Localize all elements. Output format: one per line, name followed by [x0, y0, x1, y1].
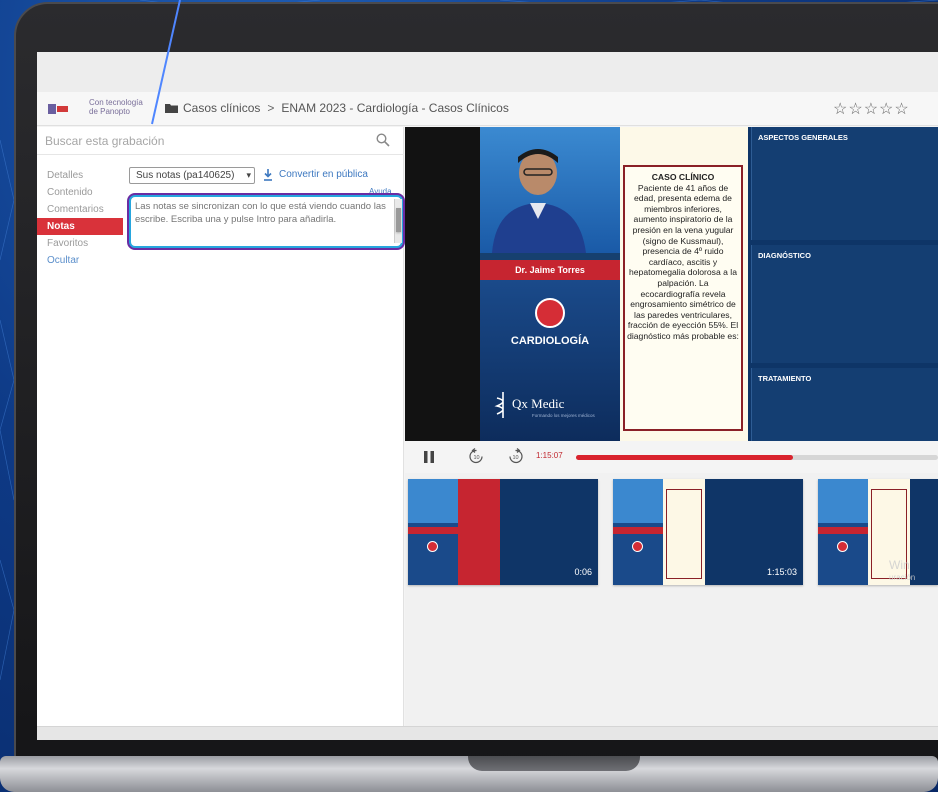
thumbnail-time: 0:06 — [574, 567, 592, 577]
case-box: CASO CLÍNICO Paciente de 41 años de edad… — [623, 165, 743, 431]
progress-fill — [576, 455, 794, 460]
rewind-10-icon[interactable]: 10 — [468, 448, 485, 465]
thumb-camera — [818, 479, 868, 523]
brand-logo-text: Qx Medic — [512, 396, 565, 411]
heart-icon — [427, 541, 438, 552]
session-title: ENAM 2023 - Cardiología - Casos Clínicos — [281, 101, 509, 115]
forward-10-icon[interactable]: 10 — [507, 448, 524, 465]
video-frame[interactable]: Dr. Jaime Torres CARDIOLOGÍA Qx Medic Fo… — [405, 127, 938, 441]
sidebar-item-hide[interactable]: Ocultar — [37, 252, 123, 269]
brand-credit: Con tecnología de Panopto — [89, 98, 143, 116]
panopto-viewer: Con tecnología de Panopto Casos clínicos… — [37, 92, 938, 726]
rating-stars[interactable]: ☆☆☆☆☆ — [833, 99, 910, 119]
thumbnail-time: 1:15:03 — [766, 567, 797, 577]
thumbnail-item[interactable] — [818, 479, 938, 585]
doctor-name: Dr. Jaime Torres — [480, 260, 620, 280]
forward-seconds: 10 — [512, 455, 518, 461]
notes-toolbar: Sus notas (pa140625) ▾ Convertir en públ… — [129, 167, 401, 187]
breadcrumb: Casos clínicos > ENAM 2023 - Cardiología -… — [183, 101, 509, 115]
caduceus-icon — [494, 392, 504, 418]
breadcrumb-separator: > — [267, 101, 275, 115]
sidebar-item-contents[interactable]: Contenido — [37, 184, 123, 201]
thumbnail-item[interactable]: 1:15:03 — [613, 479, 803, 585]
thumbnail-item[interactable]: 0:06 — [408, 479, 598, 585]
player: Dr. Jaime Torres CARDIOLOGÍA Qx Medic Fo… — [405, 127, 938, 726]
summary-panels: ASPECTOS GENERALES DIAGNÓSTICO TRATAMIEN… — [748, 127, 938, 441]
download-icon[interactable] — [263, 169, 273, 181]
heart-icon — [632, 541, 643, 552]
panel-tratamiento: TRATAMIENTO — [751, 368, 938, 441]
presenter-silhouette — [492, 149, 586, 253]
laptop-screen: Con tecnología de Panopto Casos clínicos… — [37, 52, 938, 740]
sidebar-nav: Detalles Contenido Comentarios Notas Fav… — [37, 167, 123, 269]
thumbnail-strip: 0:06 1:15:03 — [405, 473, 938, 726]
panel-diagnostico: DIAGNÓSTICO — [751, 245, 938, 363]
panel-label: ASPECTOS GENERALES — [758, 133, 848, 142]
pause-icon[interactable] — [423, 451, 435, 463]
notes-scrollbar[interactable] — [394, 199, 402, 243]
panel-label: TRATAMIENTO — [758, 374, 812, 383]
logo-icon[interactable] — [47, 102, 69, 116]
presenter-camera — [480, 127, 620, 253]
folder-icon — [165, 104, 178, 113]
chevron-down-icon: ▾ — [246, 170, 251, 180]
thumb-name-bar — [613, 527, 663, 534]
sidebar-item-comments[interactable]: Comentarios — [37, 201, 123, 218]
search-bar — [37, 127, 404, 155]
panel-aspectos-generales: ASPECTOS GENERALES — [751, 127, 938, 240]
case-title: CASO CLÍNICO — [651, 172, 715, 182]
brand-line1: Con tecnología — [89, 98, 143, 107]
sidebar-item-details[interactable]: Detalles — [37, 167, 123, 184]
activation-watermark-line2: uración — [889, 573, 916, 582]
laptop-notch — [468, 756, 640, 771]
sidebar-item-bookmarks[interactable]: Favoritos — [37, 235, 123, 252]
search-icon[interactable] — [376, 133, 390, 147]
thumb-name-bar — [408, 527, 458, 534]
sidebar-item-notes[interactable]: Notas — [37, 218, 123, 235]
notes-entry-highlight — [127, 193, 405, 250]
search-input[interactable] — [45, 131, 365, 151]
brand-tagline: Formando los mejores médicos — [532, 413, 595, 418]
sidebar: Detalles Contenido Comentarios Notas Fav… — [37, 127, 405, 726]
progress-bar[interactable] — [576, 455, 938, 460]
specialty-panel: CARDIOLOGÍA Qx Medic Formando los mejore… — [480, 280, 620, 441]
panel-label: DIAGNÓSTICO — [758, 251, 811, 260]
thumb-slide — [458, 479, 500, 585]
thumb-presenter — [613, 479, 663, 585]
thumb-camera — [613, 479, 663, 523]
presenter-panel: Dr. Jaime Torres CARDIOLOGÍA Qx Medic Fo… — [480, 127, 620, 441]
breadcrumb-folder-link[interactable]: Casos clínicos — [183, 101, 260, 115]
heart-icon — [837, 541, 848, 552]
thumb-panels — [910, 479, 938, 585]
notes-textarea[interactable] — [133, 199, 393, 243]
thumb-slide — [663, 479, 705, 585]
browser-chrome — [37, 52, 938, 92]
notes-channel-select[interactable]: Sus notas (pa140625) ▾ — [129, 167, 255, 184]
brand-line2: de Panopto — [89, 107, 130, 116]
thumb-presenter — [818, 479, 868, 585]
viewer-header: Con tecnología de Panopto Casos clínicos… — [37, 92, 938, 126]
viewer-footer — [37, 726, 938, 740]
thumb-presenter — [408, 479, 458, 585]
rewind-seconds: 10 — [473, 455, 479, 461]
convert-to-public-link[interactable]: Convertir en pública — [279, 169, 368, 180]
case-slide: CASO CLÍNICO Paciente de 41 años de edad… — [620, 127, 748, 441]
current-time: 1:15:07 — [536, 451, 563, 460]
activation-watermark-line1: Win — [889, 558, 910, 572]
heart-icon — [535, 298, 565, 328]
thumb-name-bar — [818, 527, 868, 534]
specialty-label: CARDIOLOGÍA — [510, 335, 590, 347]
scrollbar-thumb[interactable] — [396, 208, 401, 232]
playback-controls: 10 10 1:15:07 — [405, 441, 938, 473]
case-text: Paciente de 41 años de edad, presenta ed… — [627, 182, 739, 341]
thumb-case-box — [666, 489, 702, 579]
notes-channel-value: Sus notas (pa140625) — [136, 170, 235, 181]
thumb-camera — [408, 479, 458, 523]
